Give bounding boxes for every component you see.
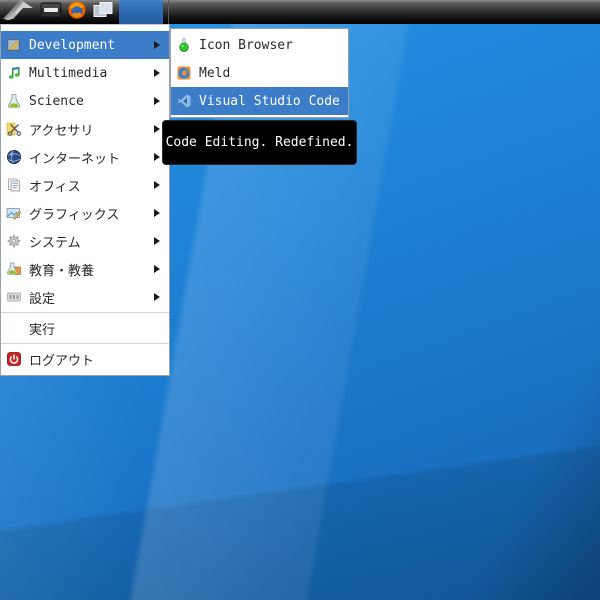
tooltip-text: Code Editing. Redefined.	[165, 135, 354, 150]
menu-item-label: 教育・教養	[29, 263, 95, 279]
menu-item-education[interactable]: 教育・教養	[1, 255, 169, 283]
desktop-wallpaper: Development Multimedia Science アクセサリ インタ…	[0, 0, 600, 600]
app-menu-button[interactable]	[0, 0, 38, 24]
menu-item-label: システム	[29, 235, 81, 251]
logout-icon	[6, 351, 22, 367]
menu-item-office[interactable]: オフィス	[1, 171, 169, 199]
submenu-arrow-icon	[154, 153, 160, 161]
submenu-arrow-icon	[154, 293, 160, 301]
menu-separator	[1, 312, 169, 313]
menu-item-science[interactable]: Science	[1, 87, 169, 115]
menu-item-run[interactable]: 実行	[1, 314, 169, 342]
panel-separator	[168, 0, 169, 24]
submenu-arrow-icon	[154, 41, 160, 49]
submenu-item-icon-browser[interactable]: Icon Browser	[171, 31, 348, 59]
system-icon	[6, 233, 22, 249]
development-submenu: Icon Browser Meld Visual Studio Code	[170, 28, 349, 118]
submenu-arrow-icon	[154, 69, 160, 77]
submenu-arrow-icon	[154, 265, 160, 273]
vscode-icon	[176, 93, 192, 109]
science-icon	[6, 93, 22, 109]
menu-item-label: 設定	[29, 291, 56, 307]
menu-item-settings[interactable]: 設定	[1, 283, 169, 311]
menu-separator	[1, 343, 169, 344]
submenu-arrow-icon	[154, 181, 160, 189]
menu-item-graphics[interactable]: グラフィックス	[1, 199, 169, 227]
menu-item-label: ログアウト	[29, 353, 95, 369]
applications-menu: Development Multimedia Science アクセサリ インタ…	[0, 24, 170, 376]
menu-item-label: オフィス	[29, 179, 81, 195]
submenu-item-label: Icon Browser	[199, 37, 293, 53]
submenu-arrow-icon	[154, 237, 160, 245]
menu-item-development[interactable]: Development	[1, 31, 169, 59]
menu-item-label: Multimedia	[29, 65, 108, 81]
menu-item-label: アクセサリ	[29, 123, 94, 139]
app-menu-logo-icon	[2, 0, 36, 25]
top-panel	[0, 0, 600, 24]
firefox-icon	[67, 0, 87, 24]
submenu-item-label: Visual Studio Code	[199, 93, 340, 109]
submenu-item-meld[interactable]: Meld	[171, 59, 348, 87]
menu-item-multimedia[interactable]: Multimedia	[1, 59, 169, 87]
accessories-icon	[6, 121, 22, 137]
file-manager-launcher[interactable]	[38, 0, 64, 24]
office-icon	[6, 177, 22, 193]
submenu-item-label: Meld	[199, 65, 231, 81]
menu-item-label: インターネット	[29, 151, 121, 167]
menu-item-label: Science	[29, 93, 84, 109]
education-icon	[6, 261, 22, 277]
submenu-arrow-icon	[154, 125, 160, 133]
settings-icon	[6, 289, 22, 305]
menu-item-label: 実行	[29, 322, 56, 338]
submenu-item-visual-studio-code[interactable]: Visual Studio Code	[171, 87, 348, 115]
menu-item-accessories[interactable]: アクセサリ	[1, 115, 169, 143]
submenu-arrow-icon	[154, 97, 160, 105]
window-pager-icon	[93, 1, 114, 23]
vscode-tooltip: Code Editing. Redefined.	[162, 120, 357, 165]
file-manager-icon	[40, 1, 62, 23]
menu-item-system[interactable]: システム	[1, 227, 169, 255]
active-task-button[interactable]	[119, 0, 163, 24]
menu-item-label: Development	[29, 37, 116, 53]
submenu-arrow-icon	[154, 209, 160, 217]
menu-item-logout[interactable]: ログアウト	[1, 345, 169, 373]
development-icon	[6, 37, 22, 53]
menu-item-internet[interactable]: インターネット	[1, 143, 169, 171]
menu-item-label: グラフィックス	[29, 207, 120, 223]
empty-icon-placeholder	[6, 320, 22, 336]
graphics-icon	[6, 205, 22, 221]
icon-browser-icon	[176, 37, 192, 53]
internet-icon	[6, 149, 22, 165]
multimedia-icon	[6, 65, 22, 81]
window-pager[interactable]	[90, 0, 116, 24]
firefox-launcher[interactable]	[64, 0, 90, 24]
meld-icon	[176, 65, 192, 81]
